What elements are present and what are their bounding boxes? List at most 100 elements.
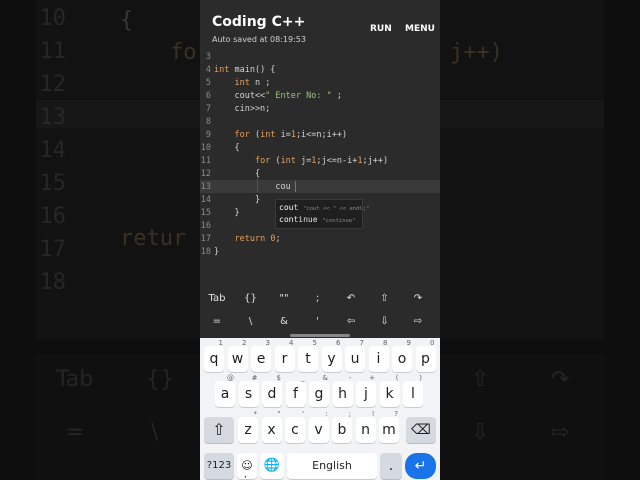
symbol-key[interactable]: \ xyxy=(236,316,266,327)
suggestion-rest: tinue xyxy=(293,215,318,224)
key-w[interactable]: w2 xyxy=(227,339,248,372)
key-a[interactable]: a @ xyxy=(215,374,235,407)
key-alt-label: 1 xyxy=(218,339,223,347)
shift-key[interactable]: ⇧ xyxy=(204,417,234,443)
suggestion-match: cou xyxy=(279,203,294,212)
code-line: } xyxy=(214,247,220,257)
key-alt-label: ) xyxy=(419,374,422,382)
key-label: l xyxy=(411,386,415,402)
key-label: d xyxy=(267,386,277,402)
key-label: z xyxy=(244,422,252,438)
key-j[interactable]: j + xyxy=(356,374,376,407)
symbol-bar: Tab {} ""; ↶ ⇧ ↷ = \ & ' ⇦ ⇩ ⇨ xyxy=(200,288,440,336)
run-button[interactable]: RUN xyxy=(370,24,392,34)
key-m[interactable]: m? xyxy=(379,410,399,443)
key-label: g xyxy=(314,386,324,402)
backspace-icon: ⌫ xyxy=(411,422,431,438)
key-c[interactable]: c ' xyxy=(285,410,305,443)
period-key[interactable]: . xyxy=(380,453,402,479)
language-key[interactable]: 🌐 xyxy=(260,453,284,479)
nav-handle[interactable] xyxy=(290,334,350,337)
symbol-key[interactable]: ⇨ xyxy=(403,316,433,327)
line-number: 7 xyxy=(205,104,211,114)
app-title: Coding C++ xyxy=(212,14,306,30)
symbol-key[interactable]: ↶ xyxy=(336,293,366,304)
symbol-key[interactable]: Tab xyxy=(202,293,232,304)
symbol-key[interactable]: ↷ xyxy=(403,293,433,304)
phone-screen: Coding C++ Auto saved at 08:19:53 RUN ME… xyxy=(200,0,440,480)
line-number: 16 xyxy=(200,221,211,231)
key-v[interactable]: v: xyxy=(308,410,329,443)
key-alt-label: 5 xyxy=(312,339,317,347)
key-d[interactable]: d $ xyxy=(262,374,282,407)
key-label: o xyxy=(397,351,407,367)
symbol-key[interactable]: "" xyxy=(269,293,299,304)
key-alt-label: ! xyxy=(371,410,375,418)
key-n[interactable]: n! xyxy=(355,410,376,443)
key-t[interactable]: t5 xyxy=(298,339,318,372)
symbol-key[interactable]: & xyxy=(269,316,299,327)
emoji-icon: ☺ xyxy=(241,459,253,472)
suggestion-cout[interactable]: cout "cout << " << endl;" xyxy=(279,203,369,212)
symbol-key[interactable]: ⇧ xyxy=(370,293,400,304)
app-bar: Coding C++ Auto saved at 08:19:53 RUN ME… xyxy=(200,0,440,50)
key-f[interactable]: f _ xyxy=(285,374,306,407)
symbol-key[interactable]: ; xyxy=(303,293,333,304)
key-label: n xyxy=(361,422,370,438)
suggestion-rest: t xyxy=(293,203,299,212)
symbol-key[interactable]: ' xyxy=(303,316,333,327)
code-editor[interactable]: 3 4 int main() {5 int n ; 6 cout<<" Enter N… xyxy=(200,50,440,288)
key-label: s xyxy=(244,386,253,402)
key-y[interactable]: y6 xyxy=(321,339,342,372)
line-number: 3 xyxy=(205,52,211,62)
suggestion-continue[interactable]: continue "continue" xyxy=(279,215,356,224)
code-line: int main() { xyxy=(214,65,276,75)
line-number: 4 xyxy=(205,65,211,75)
key-g[interactable]: g & xyxy=(309,374,329,407)
key-i[interactable]: i8 xyxy=(368,339,389,372)
space-key[interactable]: English xyxy=(287,453,377,479)
key-label: m xyxy=(382,422,396,438)
key-z[interactable]: z * xyxy=(238,410,258,443)
code-line: } xyxy=(214,195,261,205)
symbol-key[interactable]: ⇦ xyxy=(336,316,366,327)
symbols-key[interactable]: ?123 xyxy=(204,453,234,479)
key-alt-label: 3 xyxy=(265,339,270,347)
key-label: p xyxy=(421,351,430,367)
key-alt-label: 4 xyxy=(289,339,294,347)
key-label: w xyxy=(231,351,244,367)
key-u[interactable]: u7 xyxy=(345,339,365,372)
enter-key[interactable]: ↵ xyxy=(405,453,436,479)
symbol-key[interactable]: ⇩ xyxy=(370,316,400,327)
key-o[interactable]: o9 xyxy=(392,339,412,372)
key-x[interactable]: x " xyxy=(261,410,282,443)
line-number: 8 xyxy=(205,117,211,127)
key-b[interactable]: b; xyxy=(332,410,352,443)
backspace-key[interactable]: ⌫ xyxy=(406,417,436,443)
key-r[interactable]: r4 xyxy=(274,339,295,372)
menu-button[interactable]: MENU xyxy=(405,24,435,34)
line-number: 6 xyxy=(205,91,211,101)
key-label: t xyxy=(305,351,311,367)
symbol-key[interactable]: {} xyxy=(236,293,266,304)
key-q[interactable]: q1 xyxy=(204,339,224,372)
key-k[interactable]: k( xyxy=(379,374,400,407)
code-line: for (int i=1;i<=n;i++) xyxy=(234,130,348,140)
symbol-key[interactable]: = xyxy=(202,316,232,327)
emoji-key[interactable]: ☺, xyxy=(237,453,257,480)
autosave-status: Auto saved at 08:19:53 xyxy=(212,35,306,44)
key-alt-label: " xyxy=(277,410,281,418)
key-label: q xyxy=(209,351,219,367)
line-number: 15 xyxy=(200,208,211,218)
key-alt-label: ( xyxy=(395,374,399,382)
line-number: 12 xyxy=(200,169,211,179)
line-number: 9 xyxy=(205,130,211,140)
key-h[interactable]: h- xyxy=(332,374,353,407)
key-e[interactable]: e3 xyxy=(251,339,271,372)
code-line: { xyxy=(214,169,261,179)
key-p[interactable]: p0 xyxy=(415,339,436,372)
key-s[interactable]: s # xyxy=(238,374,259,407)
shift-icon: ⇧ xyxy=(212,420,226,439)
line-number: 13 xyxy=(200,182,211,192)
key-l[interactable]: l) xyxy=(403,374,423,407)
